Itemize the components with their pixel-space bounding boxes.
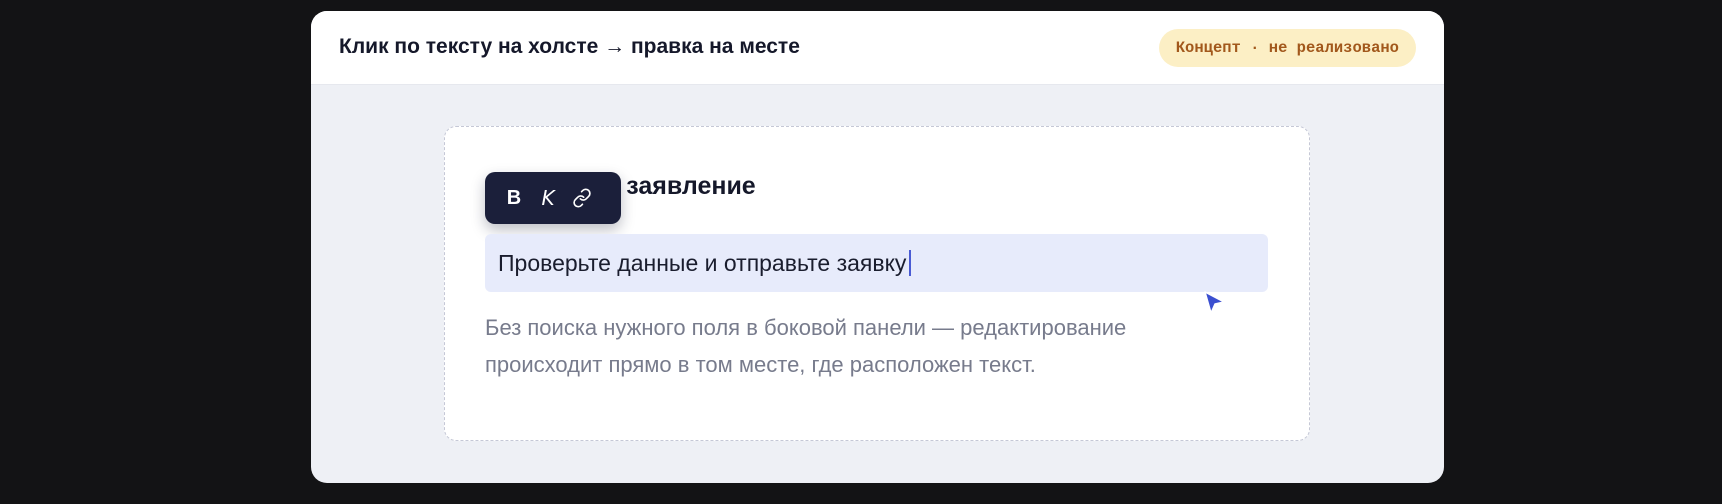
inline-edit-field[interactable]: Проверьте данные и отправьте заявку — [485, 234, 1268, 292]
text-caret — [909, 250, 912, 276]
bold-button[interactable]: B — [497, 181, 531, 215]
window-header: Клик по тексту на холсте → правка на мес… — [311, 11, 1444, 85]
inline-edit-text[interactable]: Проверьте данные и отправьте заявку — [498, 250, 912, 277]
inline-format-toolbar: B K — [485, 172, 621, 224]
link-button[interactable] — [565, 181, 599, 215]
canvas-card: Отправить заявление B K Проверьте данные… — [444, 126, 1310, 441]
link-icon — [573, 188, 591, 208]
page-title: Клик по тексту на холсте → правка на мес… — [339, 35, 800, 58]
italic-button[interactable]: K — [531, 181, 565, 215]
concept-window: Клик по тексту на холсте → правка на мес… — [311, 11, 1444, 483]
description-text: Без поиска нужного поля в боковой панели… — [485, 315, 1127, 377]
status-badge: Концепт · не реализовано — [1158, 29, 1416, 67]
edit-value: Проверьте данные и отправьте заявку — [498, 250, 907, 276]
mouse-pointer-icon — [1204, 291, 1225, 314]
